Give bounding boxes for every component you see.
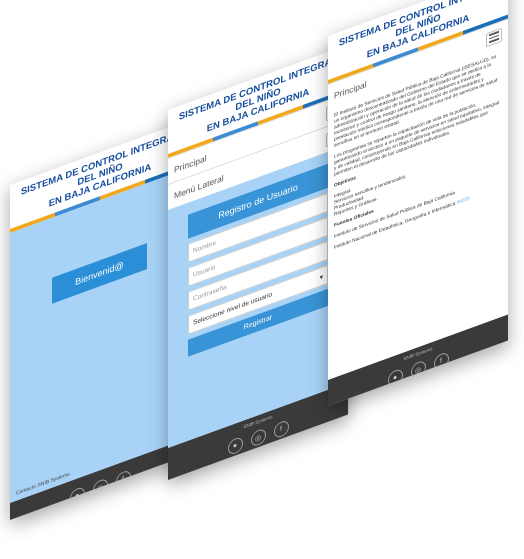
instagram-icon[interactable]: ◎ [250,427,266,448]
inegi-link[interactable]: INEGI [457,196,470,206]
instagram-icon[interactable]: ◎ [410,359,426,380]
facebook-icon[interactable]: f [115,469,131,490]
github-icon[interactable]: ● [227,435,243,457]
phone-register: SISTEMA DE CONTROL INTEGRAL DEL NIÑO EN … [168,44,348,481]
facebook-icon[interactable]: f [433,351,449,372]
github-icon[interactable]: ● [69,485,85,507]
chevron-down-icon: ▾ [319,273,323,282]
welcome-button[interactable]: Bienvenid@ [52,243,147,304]
github-icon[interactable]: ● [387,367,403,389]
mockup-stage: SISTEMA DE CONTROL INTEGRAL DEL NIÑO EN … [0,0,524,559]
instagram-icon[interactable]: ◎ [92,477,108,498]
facebook-icon[interactable]: f [273,419,289,440]
phone-welcome: SISTEMA DE CONTROL INTEGRAL DEL NIÑO EN … [10,119,190,521]
phone-info: SISTEMA DE CONTROL INTEGRAL DEL NIÑO EN … [328,0,508,407]
menu-icon[interactable] [486,27,502,47]
